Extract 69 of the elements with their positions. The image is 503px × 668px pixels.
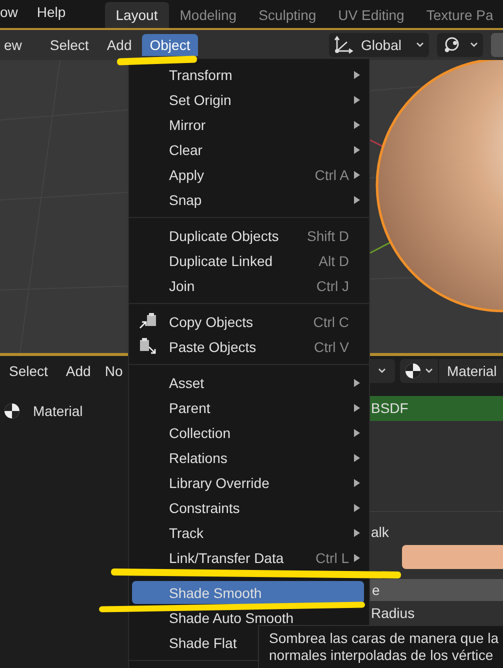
menu-item[interactable]: Apply Ctrl A (129, 162, 365, 187)
pivot-dropdown[interactable] (437, 33, 483, 57)
submenu-arrow-icon (353, 528, 361, 538)
node-socket-label: Radius (370, 604, 416, 623)
workspace-tab[interactable]: Sculpting (248, 2, 328, 28)
chevron-icon (469, 41, 479, 49)
menu-item[interactable]: Object (142, 34, 198, 56)
submenu-arrow-icon (353, 170, 361, 180)
menu-item[interactable]: Add (56, 363, 91, 379)
menu-item[interactable]: Constraints (129, 495, 365, 520)
chevron-icon (424, 367, 434, 375)
orientation-dropdown[interactable]: Global (329, 33, 429, 57)
menu-item[interactable]: Add (98, 34, 140, 56)
submenu-arrow-icon (353, 402, 361, 412)
node-socket-label: alk (370, 523, 390, 542)
menu-item[interactable]: Select (0, 363, 48, 379)
menu-item[interactable]: Set Origin (129, 87, 365, 112)
workspace-tab[interactable]: UV Editing (327, 2, 416, 28)
chevron-icon (377, 367, 387, 375)
material-sphere-icon (3, 402, 21, 420)
tooltip-text: Sombrea las caras de manera que la (269, 630, 500, 647)
menu-item[interactable]: Transform (129, 62, 365, 87)
menu-item[interactable]: Duplicate Linked Alt D (129, 248, 365, 273)
menu-item[interactable]: Copy Objects Ctrl C (129, 309, 365, 334)
submenu-arrow-icon (353, 70, 361, 80)
submenu-arrow-icon (353, 144, 361, 154)
material-sphere-icon (404, 362, 422, 380)
submenu-arrow-icon (353, 378, 361, 388)
workspace-tab[interactable]: Layout (104, 2, 169, 28)
material-label: Material (33, 403, 83, 419)
menu-item[interactable]: Clear (129, 137, 365, 162)
submenu-arrow-icon (353, 428, 361, 438)
menu-item[interactable]: Relations (129, 445, 365, 470)
menu-item[interactable]: No (96, 363, 123, 379)
menu-item[interactable]: Mirror (129, 112, 365, 137)
clipboard-icon (138, 312, 158, 330)
menu-item[interactable]: Help (36, 0, 75, 28)
clipboard-icon (138, 337, 158, 355)
submenu-arrow-icon (353, 120, 361, 130)
menu-item[interactable]: ow (0, 0, 27, 28)
node-title: BSDF (370, 396, 503, 421)
tooltip-text: normales interpoladas de los vértice (269, 647, 494, 664)
submenu-arrow-icon (353, 194, 361, 204)
shading-label: Material (438, 359, 503, 383)
dropdown-button[interactable] (369, 359, 395, 383)
menu-item[interactable]: Asset (129, 370, 365, 395)
menu-item[interactable]: Track (129, 520, 365, 545)
menu-item[interactable]: ew (0, 34, 30, 56)
submenu-arrow-icon (353, 478, 361, 488)
menu-item[interactable]: Collection (129, 420, 365, 445)
workspace-tab[interactable]: Texture Pa (415, 2, 503, 28)
workspace-tab[interactable]: Modeling (168, 2, 248, 28)
submenu-arrow-icon (353, 452, 361, 462)
menu-item[interactable]: Parent (129, 395, 365, 420)
chevron-icon (415, 41, 425, 49)
menu-item[interactable]: Join Ctrl J (129, 273, 365, 298)
submenu-arrow-icon (353, 502, 361, 512)
menu-item[interactable]: Shade Smooth (132, 581, 364, 604)
submenu-arrow-icon (353, 552, 361, 562)
submenu-arrow-icon (353, 94, 361, 104)
menu-item[interactable]: Snap (129, 187, 365, 212)
menu-item[interactable]: Select (42, 34, 97, 56)
menu-item[interactable]: Link/Transfer Data Ctrl L (129, 545, 365, 570)
node-field[interactable]: e (370, 579, 503, 601)
menu-item[interactable]: Paste Objects Ctrl V (129, 334, 365, 359)
menu-item[interactable]: Duplicate Objects Shift D (129, 223, 365, 248)
shading-dropdown[interactable] (400, 359, 438, 383)
axes-icon (333, 35, 355, 55)
menu-item[interactable]: Library Override (129, 470, 365, 495)
